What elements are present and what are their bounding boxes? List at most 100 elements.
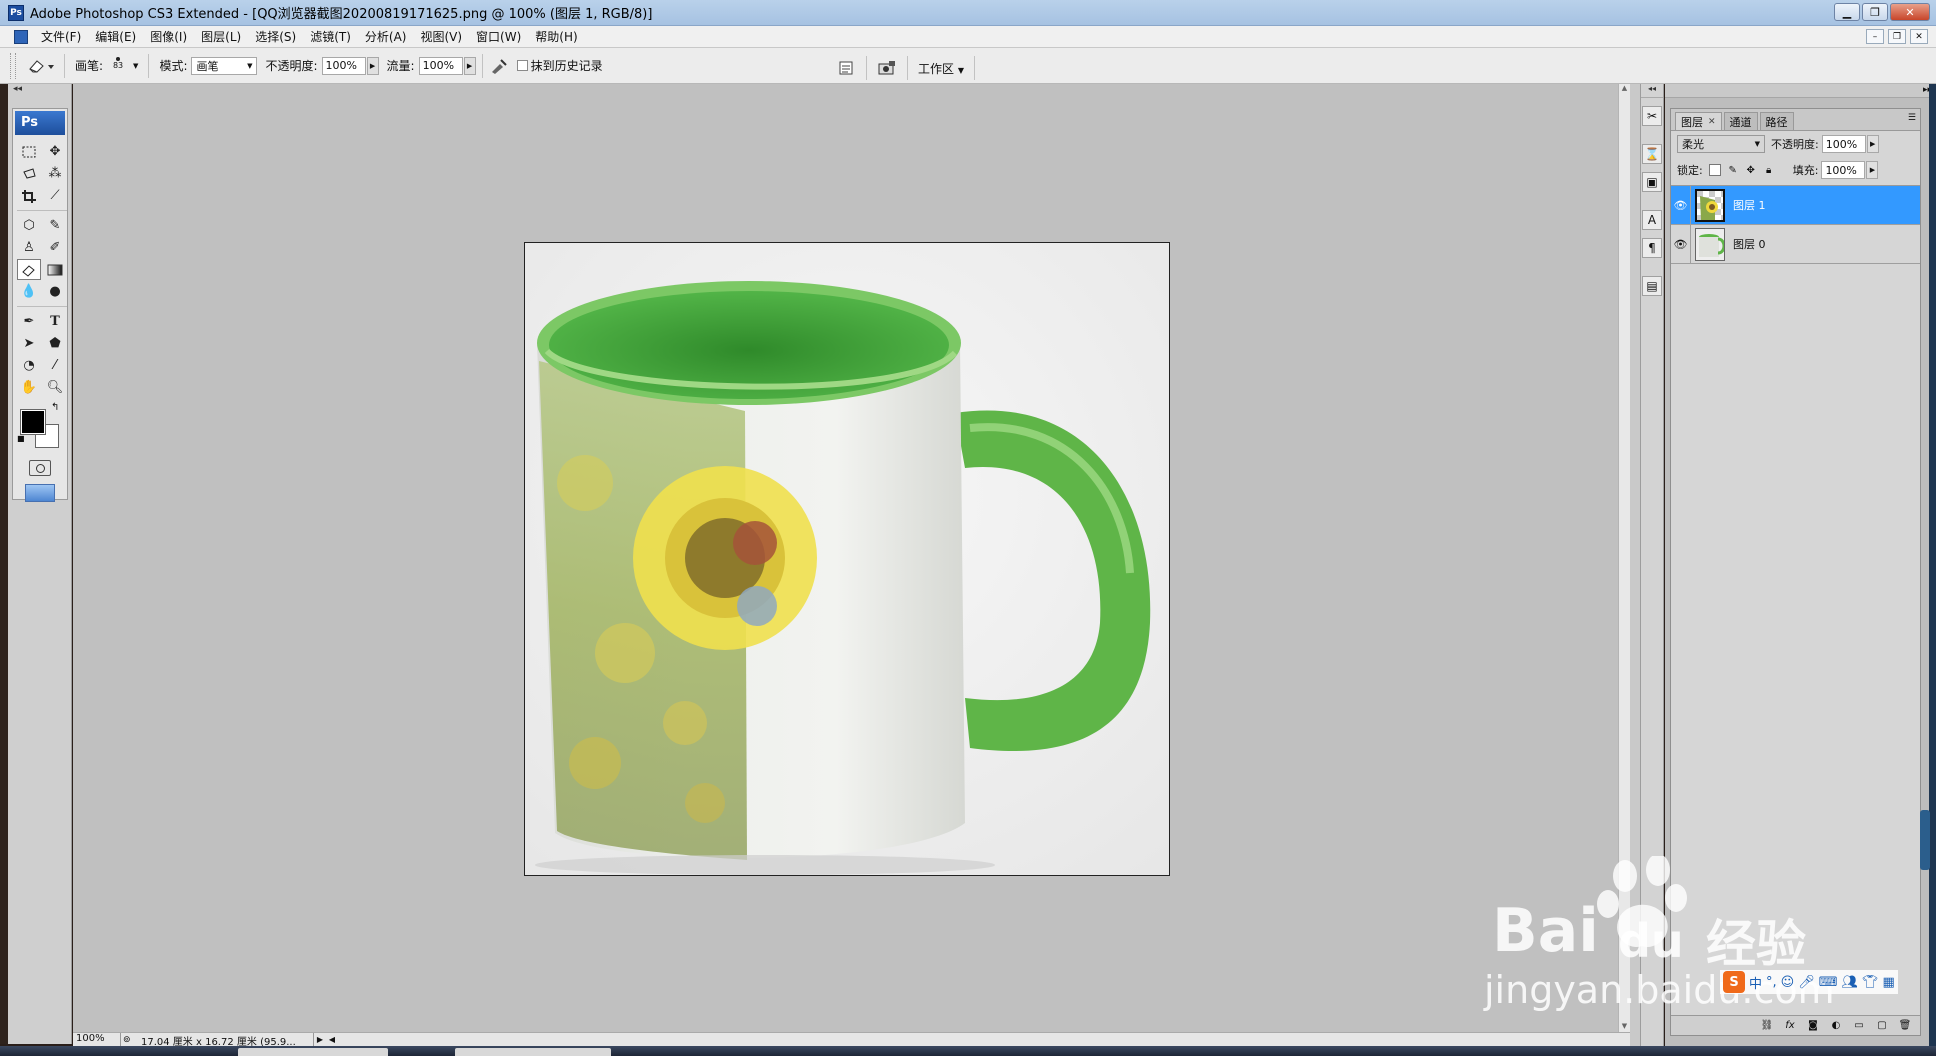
actions-panel-icon[interactable]: ▣: [1642, 172, 1662, 192]
toolbox-collapse-icon[interactable]: ◂◂: [8, 84, 71, 98]
paragraph-panel-icon[interactable]: ¶: [1642, 238, 1662, 258]
document-profile-icon[interactable]: ⊚: [123, 1035, 137, 1045]
status-menu-arrow-icon[interactable]: ▶: [314, 1035, 326, 1044]
lock-all-icon[interactable]: 🔒︎: [1763, 164, 1775, 176]
marquee-tool-icon[interactable]: [17, 141, 41, 162]
close-icon[interactable]: ✕: [1708, 117, 1716, 127]
layer-row-layer1[interactable]: 👁︎ 图层 1: [1671, 185, 1920, 225]
taskbar-item[interactable]: [455, 1048, 611, 1056]
brush-tool-icon[interactable]: ✎: [43, 215, 67, 236]
palette-well-icon[interactable]: [836, 58, 856, 78]
fill-slider-button[interactable]: ▶: [1866, 161, 1879, 179]
screen-mode-button[interactable]: [25, 484, 55, 502]
healing-brush-tool-icon[interactable]: ⬡: [17, 215, 41, 236]
ime-grid-icon[interactable]: ▦: [1883, 975, 1895, 990]
layer-opacity-input[interactable]: 100%: [1821, 135, 1866, 153]
mode-select[interactable]: 画笔 ▼: [191, 56, 258, 75]
scroll-down-icon[interactable]: ▼: [1619, 1022, 1630, 1030]
quick-mask-button[interactable]: [29, 460, 51, 476]
minimize-icon[interactable]: ▁: [1834, 3, 1860, 21]
document-icon[interactable]: [14, 29, 28, 44]
foreground-color-swatch[interactable]: [20, 409, 46, 435]
adjustment-icon[interactable]: ◐: [1829, 1020, 1843, 1031]
doc-minimize-icon[interactable]: –: [1866, 29, 1884, 44]
zoom-level[interactable]: 100%: [73, 1033, 121, 1046]
layer-opacity-slider-button[interactable]: ▶: [1866, 135, 1879, 153]
doc-restore-icon[interactable]: ❐: [1888, 29, 1906, 44]
tool-preset-picker[interactable]: [24, 54, 58, 78]
canvas-area[interactable]: [73, 84, 1618, 1032]
lock-position-icon[interactable]: ✥: [1745, 164, 1757, 176]
ime-shirt-icon[interactable]: 👕︎: [1862, 975, 1879, 990]
scroll-up-icon[interactable]: ▲: [1619, 84, 1630, 92]
airbrush-icon[interactable]: [489, 56, 509, 76]
tab-paths[interactable]: 路径: [1759, 112, 1794, 130]
history-panel-icon[interactable]: ⌛: [1642, 144, 1662, 164]
menu-layer[interactable]: 图层(L): [194, 28, 248, 45]
dodge-tool-icon[interactable]: ●: [43, 281, 67, 302]
workspace-button[interactable]: 工作区 ▼: [918, 60, 964, 77]
pen-tool-icon[interactable]: ✒: [17, 311, 41, 332]
blend-mode-select[interactable]: 柔光 ▼: [1677, 135, 1765, 153]
layer-name[interactable]: 图层 1: [1733, 197, 1766, 213]
options-bar-grip[interactable]: [10, 52, 16, 79]
ime-voice-icon[interactable]: 🎤︎: [1798, 975, 1815, 990]
canvas-vertical-scrollbar[interactable]: ▲ ▼: [1618, 84, 1630, 1032]
flow-input[interactable]: 100%: [418, 56, 463, 75]
document-canvas[interactable]: [524, 242, 1170, 876]
ime-mode-label[interactable]: 中: [1749, 973, 1762, 992]
zoom-tool-icon[interactable]: 🔍︎: [43, 377, 67, 398]
group-icon[interactable]: ▭: [1852, 1020, 1866, 1031]
fill-input[interactable]: 100%: [1821, 161, 1866, 179]
opacity-slider-button[interactable]: ▶: [366, 56, 379, 75]
crop-tool-icon[interactable]: [17, 185, 41, 206]
new-layer-icon[interactable]: ▢: [1875, 1020, 1889, 1031]
menu-select[interactable]: 选择(S): [248, 28, 303, 45]
fx-icon[interactable]: fx: [1783, 1020, 1797, 1031]
move-tool-icon[interactable]: ✥: [43, 141, 67, 162]
clone-stamp-tool-icon[interactable]: ♙: [17, 237, 41, 258]
navigator-panel-icon[interactable]: ✂: [1642, 106, 1662, 126]
menu-view[interactable]: 视图(V): [413, 28, 469, 45]
ime-user-icon[interactable]: 👥︎: [1842, 975, 1859, 990]
sogou-ime-icon[interactable]: S: [1723, 971, 1745, 993]
ime-punct-icon[interactable]: °,: [1766, 975, 1777, 990]
menu-filter[interactable]: 滤镜(T): [303, 28, 358, 45]
side-panel-handle[interactable]: [1920, 810, 1930, 870]
tab-channels[interactable]: 通道: [1723, 112, 1758, 130]
character-panel-icon[interactable]: A: [1642, 210, 1662, 230]
layer-row-layer0[interactable]: 👁︎ 图层 0: [1671, 224, 1920, 264]
default-colors-icon[interactable]: ■: [17, 434, 25, 443]
layer-name[interactable]: 图层 0: [1733, 236, 1766, 252]
hand-tool-icon[interactable]: ✋: [17, 377, 41, 398]
menu-window[interactable]: 窗口(W): [469, 28, 528, 45]
magic-wand-tool-icon[interactable]: ⁂: [43, 163, 67, 184]
menu-analysis[interactable]: 分析(A): [358, 28, 414, 45]
trash-icon[interactable]: 🗑︎: [1898, 1020, 1912, 1031]
lock-transparency-icon[interactable]: [1708, 164, 1721, 176]
opacity-input[interactable]: 100%: [321, 56, 366, 75]
brush-preset-picker[interactable]: 83: [107, 53, 129, 79]
path-selection-tool-icon[interactable]: ➤: [17, 333, 41, 354]
restore-icon[interactable]: ❐: [1862, 3, 1888, 21]
gradient-tool-icon[interactable]: [43, 259, 67, 280]
3d-tool-icon[interactable]: ◔: [17, 355, 41, 376]
taskbar-item[interactable]: [238, 1048, 388, 1056]
dock-collapse-icon[interactable]: ◂◂: [1641, 84, 1663, 98]
eraser-tool-icon[interactable]: [17, 259, 41, 280]
toolbox-ps-badge[interactable]: Ps: [15, 111, 65, 135]
visibility-eye-icon[interactable]: 👁︎: [1671, 224, 1691, 264]
close-icon[interactable]: ✕: [1890, 3, 1930, 21]
slice-tool-icon[interactable]: ⟋: [43, 185, 67, 206]
panel-menu-icon[interactable]: ☰: [1908, 113, 1916, 123]
eyedropper-tool-icon[interactable]: ⁄: [43, 355, 67, 376]
blur-tool-icon[interactable]: 💧: [17, 281, 41, 302]
doc-close-icon[interactable]: ✕: [1910, 29, 1928, 44]
shape-tool-icon[interactable]: ⬟: [43, 333, 67, 354]
erase-to-history-checkbox[interactable]: [516, 60, 528, 71]
history-brush-tool-icon[interactable]: ✐: [43, 237, 67, 258]
link-icon[interactable]: ⛓: [1760, 1020, 1774, 1031]
bridge-icon[interactable]: [877, 58, 897, 78]
menu-file[interactable]: 文件(F): [34, 28, 88, 45]
menu-image[interactable]: 图像(I): [143, 28, 194, 45]
